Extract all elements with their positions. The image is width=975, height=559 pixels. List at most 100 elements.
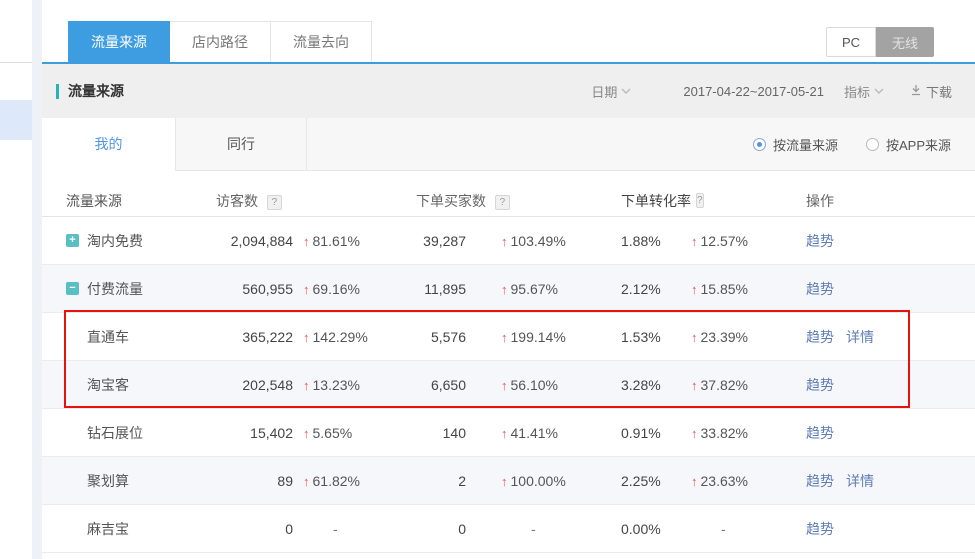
up-arrow-icon: ↑ <box>501 282 508 297</box>
table-row: + 淘内免费 2,094,884 ↑81.61% 39,287 ↑103.49%… <box>42 217 975 265</box>
conversion-value: 0.00% <box>586 521 671 537</box>
source-name: 聚划算 <box>87 471 129 491</box>
conversion-change: - <box>671 521 781 537</box>
source-name-cell: 钻石展位 <box>42 423 216 443</box>
conversion-value: 1.53% <box>586 329 671 345</box>
radio-label: 按APP来源 <box>886 135 951 154</box>
download-icon <box>910 84 922 99</box>
up-arrow-icon: ↑ <box>303 426 310 441</box>
trend-link[interactable]: 趋势 <box>806 231 834 251</box>
date-dropdown[interactable]: 日期 <box>591 82 631 101</box>
conversion-value: 1.88% <box>586 233 671 249</box>
trend-link[interactable]: 趋势 <box>806 279 834 299</box>
up-arrow-icon: ↑ <box>303 474 310 489</box>
radio-by-traffic-source[interactable]: 按流量来源 <box>753 135 838 154</box>
view-options: 按流量来源 按APP来源 <box>307 118 975 170</box>
radio-by-app-source[interactable]: 按APP来源 <box>866 135 951 154</box>
table-row: 聚划算 89 ↑61.82% 2 ↑100.00% 2.25% ↑23.63% … <box>42 457 975 505</box>
wireless-button[interactable]: 无线 <box>876 27 934 57</box>
metric-dropdown[interactable]: 指标 <box>844 82 884 101</box>
source-name: 钻石展位 <box>87 423 143 443</box>
source-name-cell: − 付费流量 <box>42 279 216 299</box>
buyers-value: 140 <box>416 425 466 441</box>
sidebar-divider <box>0 62 32 63</box>
buyers-change: ↑100.00% <box>466 473 586 489</box>
source-name-cell: 直通车 <box>42 327 216 347</box>
up-arrow-icon: ↑ <box>501 426 508 441</box>
radio-unselected-icon <box>866 138 879 151</box>
buyers-value: 39,287 <box>416 233 466 249</box>
detail-link[interactable]: 详情 <box>846 471 874 491</box>
date-range[interactable]: 2017-04-22~2017-05-21 <box>683 84 824 99</box>
buyers-value: 0 <box>416 521 466 537</box>
help-icon[interactable]: ? <box>696 193 704 208</box>
view-tabs: 我的 同行 按流量来源 按APP来源 <box>42 118 975 171</box>
traffic-table: 流量来源 访客数 ? 下单买家数 ? 下单转化率 ? <box>42 171 975 553</box>
up-arrow-icon: ↑ <box>501 330 508 345</box>
conversion-change: ↑23.39% <box>671 329 781 345</box>
visitors-change: ↑81.61% <box>293 233 416 249</box>
trend-link[interactable]: 趋势 <box>806 375 834 395</box>
tab-mine[interactable]: 我的 <box>42 118 176 171</box>
tab-traffic-destination[interactable]: 流量去向 <box>270 21 372 62</box>
date-dropdown-label: 日期 <box>591 82 617 101</box>
download-button[interactable]: 下载 <box>910 82 952 101</box>
radio-selected-icon <box>753 138 766 151</box>
help-icon[interactable]: ? <box>267 195 282 210</box>
table-row: 麻吉宝 0 - 0 - 0.00% - 趋势 <box>42 505 975 553</box>
visitors-value: 202,548 <box>216 377 293 393</box>
no-change-dash: - <box>691 521 726 537</box>
source-name: 付费流量 <box>87 279 143 299</box>
header-source: 流量来源 <box>42 191 216 211</box>
panel-title: 流量来源 <box>42 81 124 101</box>
pc-button[interactable]: PC <box>826 27 876 57</box>
device-toggle: PC 无线 <box>826 27 934 57</box>
visitors-value: 2,094,884 <box>216 233 293 249</box>
source-name: 麻吉宝 <box>87 519 129 539</box>
up-arrow-icon: ↑ <box>303 234 310 249</box>
no-change-dash: - <box>303 521 338 537</box>
trend-link[interactable]: 趋势 <box>806 471 834 491</box>
detail-link[interactable]: 详情 <box>846 327 874 347</box>
up-arrow-icon: ↑ <box>691 378 698 393</box>
top-tabs: 流量来源 店内路径 流量去向 <box>68 21 372 62</box>
buyers-value: 5,576 <box>416 329 466 345</box>
help-icon[interactable]: ? <box>495 195 510 210</box>
sidebar-selected-item[interactable] <box>0 100 32 140</box>
trend-link[interactable]: 趋势 <box>806 423 834 443</box>
visitors-change: ↑13.23% <box>293 377 416 393</box>
chevron-down-icon <box>621 88 631 94</box>
chevron-down-icon <box>874 88 884 94</box>
conversion-change: ↑23.63% <box>671 473 781 489</box>
visitors-change: ↑5.65% <box>293 425 416 441</box>
source-name: 淘内免费 <box>87 231 143 251</box>
up-arrow-icon: ↑ <box>501 378 508 393</box>
collapse-minus-icon[interactable]: − <box>66 282 79 295</box>
table-row: − 付费流量 560,955 ↑69.16% 11,895 ↑95.67% 2.… <box>42 265 975 313</box>
download-label: 下载 <box>926 82 952 101</box>
visitors-value: 365,222 <box>216 329 293 345</box>
up-arrow-icon: ↑ <box>303 330 310 345</box>
row-actions: 趋势详情 <box>781 471 975 491</box>
no-change-dash: - <box>501 521 536 537</box>
tab-peers[interactable]: 同行 <box>176 118 307 170</box>
table-header-row: 流量来源 访客数 ? 下单买家数 ? 下单转化率 ? <box>42 185 975 217</box>
conversion-value: 3.28% <box>586 377 671 393</box>
trend-link[interactable]: 趋势 <box>806 519 834 539</box>
up-arrow-icon: ↑ <box>501 234 508 249</box>
expand-plus-icon[interactable]: + <box>66 234 79 247</box>
metric-dropdown-label: 指标 <box>844 82 870 101</box>
up-arrow-icon: ↑ <box>691 426 698 441</box>
source-name: 淘宝客 <box>87 375 129 395</box>
buyers-value: 2 <box>416 473 466 489</box>
conversion-change: ↑37.82% <box>671 377 781 393</box>
buyers-value: 6,650 <box>416 377 466 393</box>
tab-traffic-source[interactable]: 流量来源 <box>68 21 170 62</box>
page: 流量来源 店内路径 流量去向 PC 无线 流量来源 日期 2017-04-22~… <box>0 0 975 559</box>
left-sidebar-sliver <box>0 0 32 559</box>
row-actions: 趋势 <box>781 375 975 395</box>
trend-link[interactable]: 趋势 <box>806 327 834 347</box>
tab-instore-path[interactable]: 店内路径 <box>169 21 271 62</box>
up-arrow-icon: ↑ <box>303 378 310 393</box>
table-row: 钻石展位 15,402 ↑5.65% 140 ↑41.41% 0.91% ↑33… <box>42 409 975 457</box>
